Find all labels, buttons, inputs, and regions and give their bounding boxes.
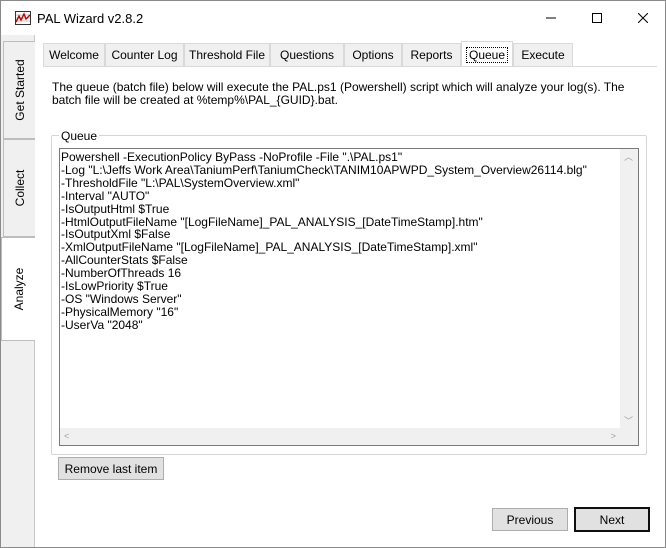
side-tab-label: Get Started bbox=[12, 59, 27, 121]
queue-line: -Interval "AUTO" bbox=[61, 188, 150, 203]
queue-text[interactable]: Powershell -ExecutionPolicy ByPass -NoPr… bbox=[61, 151, 619, 429]
tab-options[interactable]: Options bbox=[344, 43, 402, 67]
side-tab-strip: Get Started Collect Analyze bbox=[1, 35, 36, 547]
queue-line: -OS "Windows Server" bbox=[61, 291, 182, 306]
scroll-up-icon[interactable]: ︿ bbox=[624, 152, 633, 162]
queue-line: -Log "L:\Jeffs Work Area\TaniumPerf\Tani… bbox=[61, 162, 587, 177]
close-button[interactable] bbox=[620, 1, 666, 35]
tab-counter-log[interactable]: Counter Log bbox=[105, 43, 184, 67]
tab-reports[interactable]: Reports bbox=[402, 43, 461, 67]
pal-chart-icon bbox=[15, 11, 31, 25]
queue-description: The queue (batch file) below will execut… bbox=[52, 80, 625, 107]
maximize-icon bbox=[592, 13, 602, 23]
tab-threshold-file[interactable]: Threshold File bbox=[184, 43, 270, 67]
close-icon bbox=[638, 13, 648, 23]
tab-execute[interactable]: Execute bbox=[513, 43, 573, 67]
tab-label: Queue bbox=[465, 46, 509, 63]
pal-wizard-window: PAL Wizard v2.8.2 Get Started Collect An… bbox=[0, 0, 666, 548]
scroll-left-icon[interactable]: < bbox=[64, 431, 69, 441]
tab-label: Questions bbox=[279, 48, 335, 62]
queue-line: -PhysicalMemory "16" bbox=[61, 304, 179, 319]
tab-divider bbox=[43, 66, 657, 67]
queue-line: -UserVa "2048" bbox=[61, 317, 143, 332]
side-tab-collect[interactable]: Collect bbox=[3, 139, 35, 237]
title-bar[interactable]: PAL Wizard v2.8.2 bbox=[1, 1, 665, 35]
side-tab-label: Analyze bbox=[12, 267, 26, 311]
tab-label: Options bbox=[352, 48, 394, 62]
queue-textbox[interactable]: Powershell -ExecutionPolicy ByPass -NoPr… bbox=[59, 148, 639, 446]
tab-label: Execute bbox=[521, 48, 565, 62]
minimize-icon bbox=[546, 17, 556, 19]
tab-queue[interactable]: Queue bbox=[461, 41, 513, 67]
tab-label: Counter Log bbox=[111, 48, 178, 62]
maximize-button[interactable] bbox=[574, 1, 620, 35]
minimize-button[interactable] bbox=[528, 1, 574, 35]
tab-label: Welcome bbox=[49, 48, 99, 62]
tab-strip: Welcome Counter Log Threshold File Quest… bbox=[43, 41, 657, 67]
window-title: PAL Wizard v2.8.2 bbox=[37, 11, 144, 26]
tab-label: Reports bbox=[410, 48, 453, 62]
side-tab-analyze[interactable]: Analyze bbox=[1, 237, 36, 341]
side-tab-label: Collect bbox=[12, 169, 27, 207]
queue-group-label: Queue bbox=[59, 129, 100, 143]
horizontal-scrollbar[interactable]: < > bbox=[60, 428, 620, 445]
scroll-corner bbox=[620, 428, 638, 445]
tab-label: Threshold File bbox=[188, 48, 266, 62]
tab-welcome[interactable]: Welcome bbox=[43, 43, 105, 67]
next-button[interactable]: Next bbox=[574, 507, 650, 532]
queue-line: -ThresholdFile "L:\PAL\SystemOverview.xm… bbox=[61, 175, 300, 190]
scroll-down-icon[interactable]: ﹀ bbox=[624, 416, 633, 426]
queue-line: Powershell -ExecutionPolicy ByPass -NoPr… bbox=[61, 151, 403, 164]
previous-button[interactable]: Previous bbox=[492, 508, 568, 531]
queue-line: -IsOutputHtml $True bbox=[61, 201, 170, 216]
remove-last-item-button[interactable]: Remove last item bbox=[58, 457, 164, 480]
side-tab-get-started[interactable]: Get Started bbox=[3, 41, 35, 139]
scroll-right-icon[interactable]: > bbox=[611, 431, 616, 441]
tab-questions[interactable]: Questions bbox=[270, 43, 344, 67]
vertical-scrollbar[interactable]: ︿ ﹀ bbox=[620, 149, 638, 429]
analyze-page: Welcome Counter Log Threshold File Quest… bbox=[35, 35, 665, 547]
